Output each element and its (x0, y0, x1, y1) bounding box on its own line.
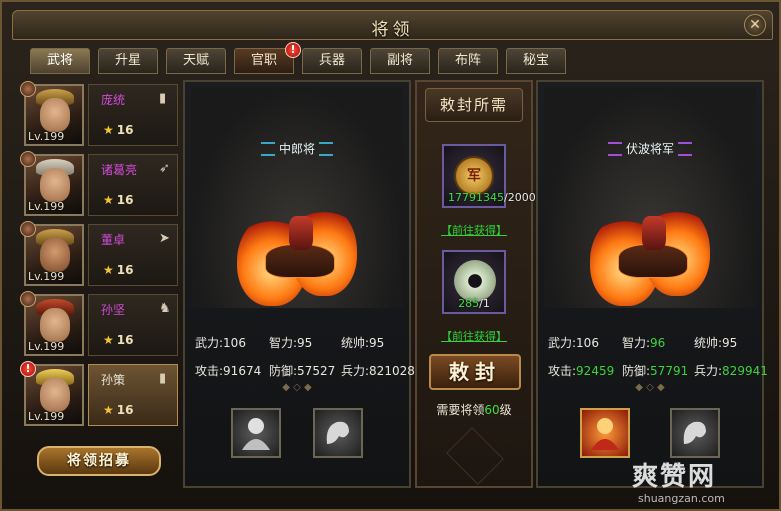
star-count: ★ 16 (103, 263, 134, 277)
star-count: ★ 16 (103, 403, 134, 417)
tab-talent[interactable]: 天赋 (166, 48, 226, 74)
general-name: 孙坚 (101, 303, 126, 317)
alert-badge: ! (285, 42, 301, 58)
general-info: 董卓 ➤ ★ 16 (88, 224, 178, 286)
tab-weapon[interactable]: 兵器 (302, 48, 362, 74)
divider: ◆ ◇ ◆ (282, 382, 312, 393)
warrior-icon (242, 418, 270, 450)
tab-official-rank[interactable]: 官职 ! (234, 42, 301, 74)
mount-display: 中郎将 (191, 88, 403, 308)
skill-icon[interactable] (580, 408, 630, 458)
strength-icon (326, 421, 349, 444)
horse-icon: ♞ (159, 301, 171, 316)
general-level: Lv.199 (28, 200, 65, 213)
next-rank-label: 伏波将军 (607, 140, 693, 157)
obtain-link[interactable]: 【前往获得】 (417, 222, 531, 238)
star-count: ★ 16 (103, 123, 134, 137)
enfeoff-panel: 敕封所需 军 17791345/20000 【前往获得】 285/1 【前往获得… (415, 80, 543, 488)
enfeoff-title: 敕封所需 (425, 88, 523, 122)
next-rank-panel: 伏波将军 武力:106 智力:96 统帅:95 攻击:92459 防御:5779… (536, 80, 768, 488)
general-list: Lv.199 庞统 ▮ ★ 16 Lv.199 诸葛亮 ➶ ★ 16 Lv.19… (20, 81, 180, 432)
general-item-selected[interactable]: Lv.199 ! 孙策 ▮ ★ 16 (20, 361, 180, 428)
enfeoff-button[interactable]: 敕封 (429, 354, 521, 390)
demon-warrior-icon (591, 418, 619, 450)
star-count: ★ 16 (103, 193, 134, 207)
general-level: Lv.199 (28, 270, 65, 283)
tab-formation[interactable]: 布阵 (438, 48, 498, 74)
current-rank-label: 中郎将 (260, 140, 334, 157)
item-count: 17791345/20000 (448, 191, 543, 204)
tab-deputy[interactable]: 副将 (370, 48, 430, 74)
general-info: 孙策 ▮ ★ 16 (88, 364, 178, 426)
general-name: 孙策 (101, 373, 126, 387)
level-requirement: 需要将领60级 (436, 403, 512, 417)
faction-icon (20, 81, 36, 97)
general-item[interactable]: Lv.199 诸葛亮 ➶ ★ 16 (20, 151, 180, 218)
skill-icon[interactable] (670, 408, 720, 458)
general-name: 董卓 (101, 233, 126, 247)
faction-icon (20, 151, 36, 167)
mount-display: 伏波将军 (544, 88, 756, 308)
current-rank-panel: 中郎将 武力:106 智力:95 统帅:95 攻击:91674 防御:57527… (183, 80, 415, 488)
item-count: 285/1 (458, 297, 490, 310)
tab-general[interactable]: 武将 (30, 48, 90, 74)
military-token-icon: 军 (454, 156, 494, 196)
general-name: 诸葛亮 (101, 163, 138, 177)
star-icon: ★ (103, 263, 114, 277)
faction-icon (20, 291, 36, 307)
tab-bar: 武将 升星 天赋 官职 ! 兵器 副将 布阵 秘宝 (30, 42, 566, 74)
star-icon: ★ (103, 123, 114, 137)
general-mount-image (237, 206, 357, 306)
jade-item[interactable]: 285/1 (442, 250, 506, 314)
star-icon: ★ (103, 403, 114, 417)
decorative-ornament (446, 427, 504, 485)
general-info: 诸葛亮 ➶ ★ 16 (88, 154, 178, 216)
military-token-item[interactable]: 军 17791345/20000 (442, 144, 543, 208)
general-item[interactable]: Lv.199 庞统 ▮ ★ 16 (20, 81, 180, 148)
tab-treasure[interactable]: 秘宝 (506, 48, 566, 74)
recruit-button[interactable]: 将领招募 (37, 446, 161, 476)
star-icon: ★ (103, 333, 114, 347)
title-bar: 将领 ✕ (12, 10, 773, 40)
jade-disc-icon (454, 260, 496, 302)
general-item[interactable]: Lv.199 孙坚 ♞ ★ 16 (20, 291, 180, 358)
site-watermark: 爽赞网 shuangzan.com (632, 462, 725, 505)
skill-icon[interactable] (313, 408, 363, 458)
faction-icon (20, 221, 36, 237)
window-title: 将领 (371, 20, 414, 40)
obtain-link[interactable]: 【前往获得】 (417, 328, 531, 344)
skill-icon[interactable] (231, 408, 281, 458)
general-info: 庞统 ▮ ★ 16 (88, 84, 178, 146)
close-icon[interactable]: ✕ (744, 14, 766, 36)
star-icon: ★ (103, 193, 114, 207)
general-info: 孙坚 ♞ ★ 16 (88, 294, 178, 356)
spear-icon: ➤ (159, 231, 170, 246)
shield-icon: ▮ (159, 91, 167, 106)
star-count: ★ 16 (103, 333, 134, 347)
general-level: Lv.199 (28, 340, 65, 353)
alert-badge: ! (20, 361, 36, 377)
tab-star-up[interactable]: 升星 (98, 48, 158, 74)
general-level: Lv.199 (28, 410, 65, 423)
general-name: 庞统 (101, 93, 126, 107)
strength-icon (683, 421, 706, 444)
general-mount-image (590, 206, 710, 306)
divider: ◆ ◇ ◆ (635, 382, 665, 393)
generals-window: 将领 ✕ 武将 升星 天赋 官职 ! 兵器 副将 布阵 秘宝 Lv.199 庞统… (0, 0, 781, 511)
bow-icon: ➶ (159, 161, 170, 176)
general-level: Lv.199 (28, 130, 65, 143)
shield-icon: ▮ (159, 371, 167, 386)
general-item[interactable]: Lv.199 董卓 ➤ ★ 16 (20, 221, 180, 288)
